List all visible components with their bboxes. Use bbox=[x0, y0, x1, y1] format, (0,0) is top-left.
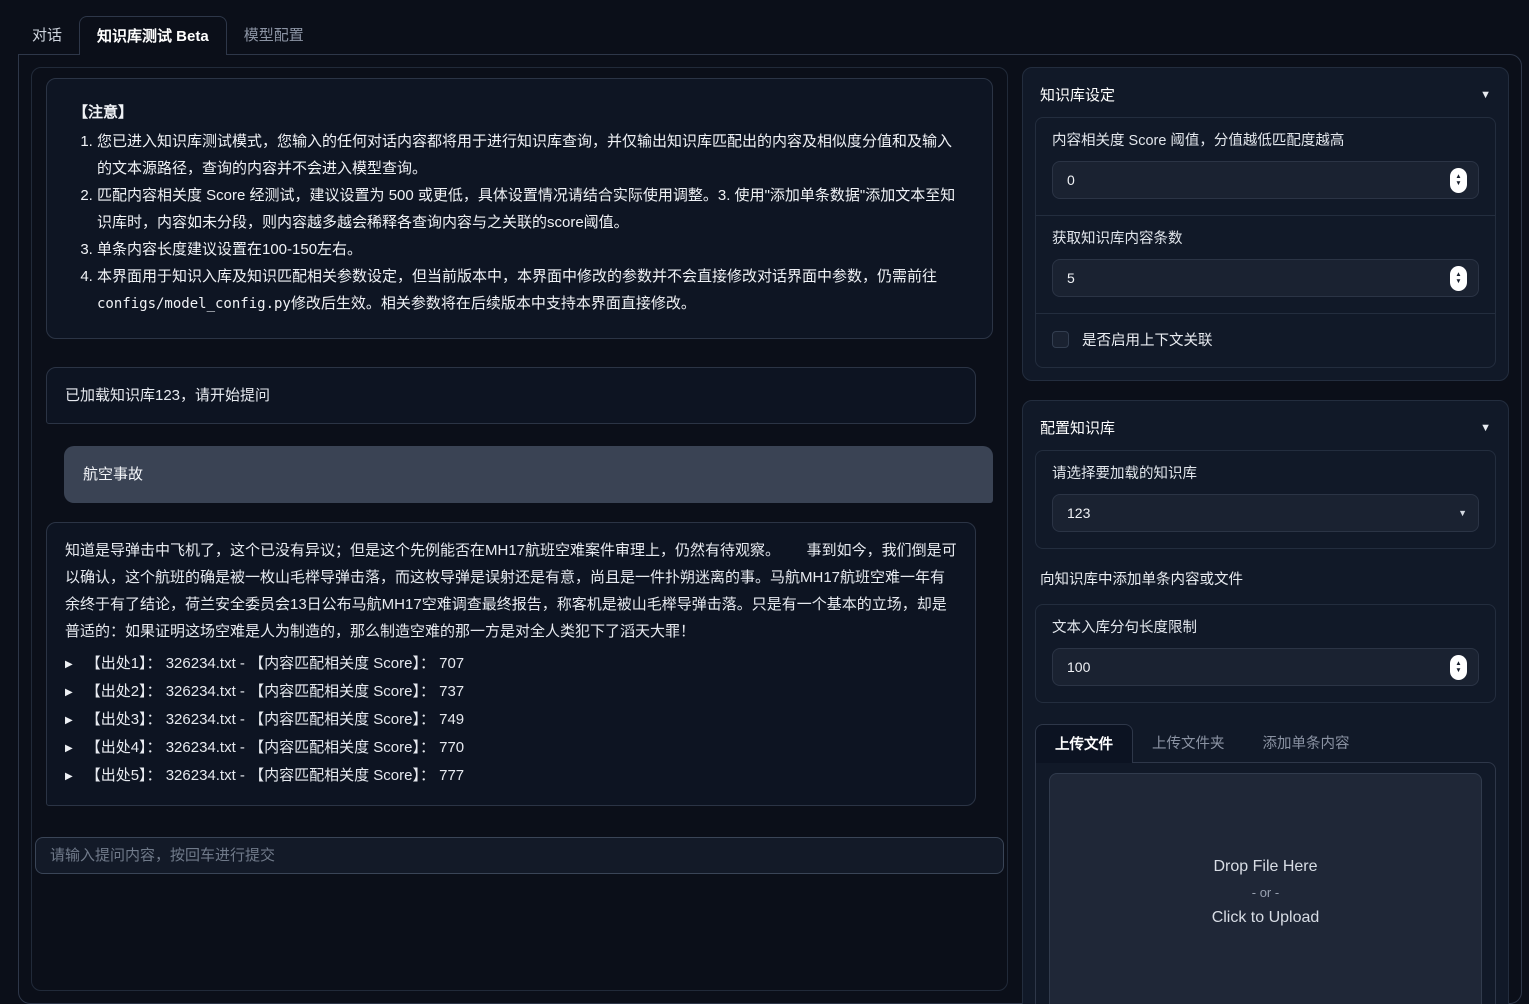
settings-column: 知识库设定 ▼ 内容相关度 Score 阈值，分值越低匹配度越高 0 ▲ ▼ bbox=[1022, 67, 1509, 991]
context-toggle-row[interactable]: 是否启用上下文关联 bbox=[1036, 314, 1495, 367]
bot-response: 知道是导弹击中飞机了，这个已没有异议；但是这个先例能否在MH17航班空难案件审理… bbox=[46, 522, 976, 806]
file-drop-area[interactable]: Drop File Here - or - Click to Upload bbox=[1049, 773, 1482, 1004]
stepper-down-icon[interactable]: ▼ bbox=[1455, 667, 1461, 674]
chevron-down-icon: ▼ bbox=[1480, 422, 1491, 434]
kb-select-value: 123 bbox=[1067, 505, 1458, 521]
score-threshold-input[interactable]: 0 ▲ ▼ bbox=[1052, 161, 1479, 199]
checkbox-unchecked-icon[interactable] bbox=[1052, 331, 1069, 348]
kb-test-panel: 【注意】 您已进入知识库测试模式，您输入的任何对话内容都将用于进行知识库查询，并… bbox=[18, 54, 1522, 1004]
sentence-length-block: 文本入库分句长度限制 100 ▲ ▼ bbox=[1036, 605, 1495, 702]
triangle-expander-icon: ▶ bbox=[65, 736, 73, 762]
source-item-label: 【出处5】： 326234.txt - 【内容匹配相关度 Score】： 777 bbox=[86, 763, 464, 789]
sentence-length-value: 100 bbox=[1067, 659, 1450, 675]
source-item-label: 【出处3】： 326234.txt - 【内容匹配相关度 Score】： 749 bbox=[86, 707, 464, 733]
chat-column: 【注意】 您已进入知识库测试模式，您输入的任何对话内容都将用于进行知识库查询，并… bbox=[31, 67, 1008, 991]
upload-tabstrip: 上传文件 上传文件夹 添加单条内容 bbox=[1035, 724, 1496, 762]
notice-item-4-text: 本界面用于知识入库及知识匹配相关参数设定，但当前版本中，本界面中修改的参数并不会… bbox=[97, 268, 937, 285]
kb-settings-title: 知识库设定 bbox=[1040, 84, 1115, 105]
kb-settings-accordion: 知识库设定 ▼ 内容相关度 Score 阈值，分值越低匹配度越高 0 ▲ ▼ bbox=[1022, 67, 1509, 381]
notice-item-4: 本界面用于知识入库及知识匹配相关参数设定，但当前版本中，本界面中修改的参数并不会… bbox=[97, 263, 966, 318]
tab-kb-test[interactable]: 知识库测试 Beta bbox=[79, 16, 227, 55]
tab-upload-folder[interactable]: 上传文件夹 bbox=[1133, 724, 1244, 762]
triangle-expander-icon: ▶ bbox=[65, 652, 73, 678]
bot-message-text: 已加载知识库123，请开始提问 bbox=[65, 387, 270, 404]
kb-config-header[interactable]: 配置知识库 ▼ bbox=[1035, 411, 1496, 450]
source-item-label: 【出处4】： 326234.txt - 【内容匹配相关度 Score】： 770 bbox=[86, 735, 464, 761]
content-count-block: 获取知识库内容条数 5 ▲ ▼ bbox=[1036, 216, 1495, 313]
stepper-down-icon[interactable]: ▼ bbox=[1455, 180, 1461, 187]
prompt-input[interactable] bbox=[35, 837, 1004, 874]
stepper-up-icon[interactable]: ▲ bbox=[1455, 271, 1461, 278]
kb-config-accordion: 配置知识库 ▼ 请选择要加载的知识库 123 ▼ 向知识库中添加单条内容或文件 bbox=[1022, 400, 1509, 1004]
notice-box: 【注意】 您已进入知识库测试模式，您输入的任何对话内容都将用于进行知识库查询，并… bbox=[46, 78, 993, 339]
click-to-upload-text: Click to Upload bbox=[1212, 909, 1320, 927]
kb-select-block: 请选择要加载的知识库 123 ▼ bbox=[1036, 451, 1495, 548]
drop-file-text: Drop File Here bbox=[1213, 858, 1317, 876]
source-item-2[interactable]: ▶ 【出处2】： 326234.txt - 【内容匹配相关度 Score】： 7… bbox=[65, 679, 957, 707]
stepper-up-icon[interactable]: ▲ bbox=[1455, 660, 1461, 667]
tab-chat[interactable]: 对话 bbox=[15, 16, 79, 54]
notice-title: 【注意】 bbox=[73, 99, 966, 126]
notice-item-4-code: configs/model_config.py bbox=[97, 296, 291, 312]
kb-config-title: 配置知识库 bbox=[1040, 417, 1115, 438]
bot-response-text: 知道是导弹击中飞机了，这个已没有异议；但是这个先例能否在MH17航班空难案件审理… bbox=[65, 537, 957, 645]
notice-item-1: 您已进入知识库测试模式，您输入的任何对话内容都将用于进行知识库查询，并仅输出知识… bbox=[97, 128, 966, 182]
kb-select-group: 请选择要加载的知识库 123 ▼ bbox=[1035, 450, 1496, 549]
kb-settings-group: 内容相关度 Score 阈值，分值越低匹配度越高 0 ▲ ▼ 获取知识库内容条数 bbox=[1035, 117, 1496, 368]
content-count-label: 获取知识库内容条数 bbox=[1052, 227, 1479, 248]
kb-select-label: 请选择要加载的知识库 bbox=[1052, 462, 1479, 483]
triangle-expander-icon: ▶ bbox=[65, 764, 73, 790]
content-count-input[interactable]: 5 ▲ ▼ bbox=[1052, 259, 1479, 297]
bot-message-loaded: 已加载知识库123，请开始提问 bbox=[46, 367, 976, 424]
content-count-value: 5 bbox=[1067, 270, 1450, 286]
kb-settings-header[interactable]: 知识库设定 ▼ bbox=[1035, 78, 1496, 117]
drop-or-text: - or - bbox=[1252, 885, 1279, 900]
tab-model-config[interactable]: 模型配置 bbox=[227, 16, 321, 54]
stepper-up-icon[interactable]: ▲ bbox=[1455, 173, 1461, 180]
tab-upload-file[interactable]: 上传文件 bbox=[1035, 724, 1133, 763]
sentence-length-label: 文本入库分句长度限制 bbox=[1052, 616, 1479, 637]
score-threshold-value: 0 bbox=[1067, 172, 1450, 188]
source-item-3[interactable]: ▶ 【出处3】： 326234.txt - 【内容匹配相关度 Score】： 7… bbox=[65, 707, 957, 735]
stepper-down-icon[interactable]: ▼ bbox=[1455, 278, 1461, 285]
notice-item-4-text2: 修改后生效。相关参数将在后续版本中支持本界面直接修改。 bbox=[291, 295, 696, 312]
kb-select-dropdown[interactable]: 123 ▼ bbox=[1052, 494, 1479, 532]
add-content-section-label: 向知识库中添加单条内容或文件 bbox=[1040, 568, 1491, 589]
dropdown-arrow-icon: ▼ bbox=[1458, 508, 1467, 518]
source-item-1[interactable]: ▶ 【出处1】： 326234.txt - 【内容匹配相关度 Score】： 7… bbox=[65, 651, 957, 679]
source-item-5[interactable]: ▶ 【出处5】： 326234.txt - 【内容匹配相关度 Score】： 7… bbox=[65, 763, 957, 791]
source-item-label: 【出处1】： 326234.txt - 【内容匹配相关度 Score】： 707 bbox=[86, 651, 464, 677]
notice-item-2: 匹配内容相关度 Score 经测试，建议设置为 500 或更低，具体设置情况请结… bbox=[97, 182, 966, 236]
app-window: 对话 知识库测试 Beta 模型配置 【注意】 您已进入知识库测试模式，您输入的… bbox=[0, 0, 1529, 1004]
source-item-label: 【出处2】： 326234.txt - 【内容匹配相关度 Score】： 737 bbox=[86, 679, 464, 705]
source-item-4[interactable]: ▶ 【出处4】： 326234.txt - 【内容匹配相关度 Score】： 7… bbox=[65, 735, 957, 763]
top-tabbar: 对话 知识库测试 Beta 模型配置 bbox=[0, 0, 1529, 54]
upload-file-panel: Drop File Here - or - Click to Upload 上传… bbox=[1035, 762, 1496, 1004]
score-threshold-block: 内容相关度 Score 阈值，分值越低匹配度越高 0 ▲ ▼ bbox=[1036, 118, 1495, 215]
triangle-expander-icon: ▶ bbox=[65, 680, 73, 706]
notice-item-3: 单条内容长度建议设置在100-150左右。 bbox=[97, 236, 966, 263]
chevron-down-icon: ▼ bbox=[1480, 89, 1491, 101]
sentence-length-group: 文本入库分句长度限制 100 ▲ ▼ bbox=[1035, 604, 1496, 703]
context-toggle-label: 是否启用上下文关联 bbox=[1082, 329, 1213, 350]
prompt-row bbox=[35, 837, 1004, 874]
number-stepper-icon[interactable]: ▲ ▼ bbox=[1450, 655, 1467, 680]
sentence-length-input[interactable]: 100 ▲ ▼ bbox=[1052, 648, 1479, 686]
number-stepper-icon[interactable]: ▲ ▼ bbox=[1450, 168, 1467, 193]
number-stepper-icon[interactable]: ▲ ▼ bbox=[1450, 266, 1467, 291]
tab-add-single-content[interactable]: 添加单条内容 bbox=[1244, 724, 1369, 762]
triangle-expander-icon: ▶ bbox=[65, 708, 73, 734]
score-threshold-label: 内容相关度 Score 阈值，分值越低匹配度越高 bbox=[1052, 129, 1479, 150]
upload-tabs-block: 上传文件 上传文件夹 添加单条内容 Drop File Here - or - … bbox=[1035, 724, 1496, 1004]
notice-list: 您已进入知识库测试模式，您输入的任何对话内容都将用于进行知识库查询，并仅输出知识… bbox=[73, 128, 966, 318]
user-message-text: 航空事故 bbox=[83, 466, 143, 483]
user-message: 航空事故 bbox=[64, 446, 993, 503]
